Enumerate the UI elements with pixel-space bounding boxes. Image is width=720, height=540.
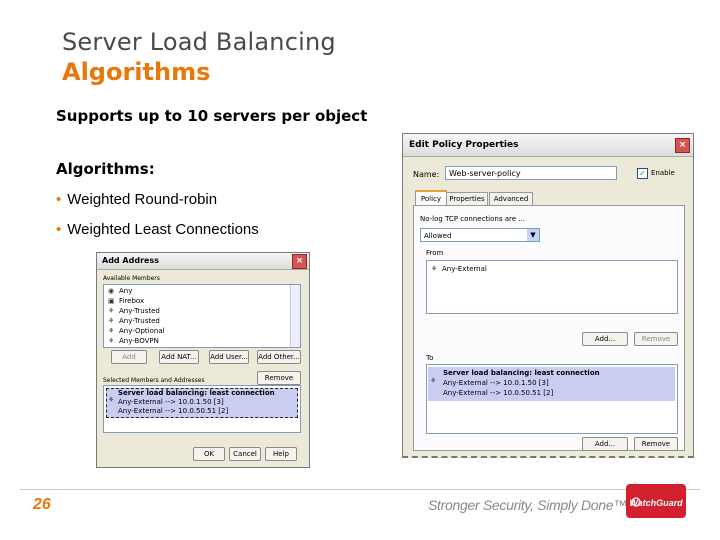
available-members-label: Available Members	[103, 275, 160, 282]
list-item[interactable]: ⚘ Any-Optional	[108, 327, 165, 335]
slide-title-line1: Server Load Balancing	[62, 28, 336, 56]
bullet-text: Weighted Round-robin	[67, 191, 218, 208]
add-button[interactable]: Add	[111, 350, 147, 364]
selected-members-list[interactable]: Server load balancing: least connection …	[103, 385, 301, 433]
users-icon: ⚘	[431, 265, 438, 273]
list-item[interactable]: Any-External --> 10.0.50.51 [2]	[443, 389, 553, 397]
users-icon: ⚘	[108, 337, 115, 345]
from-list[interactable]: ⚘ Any-External	[426, 260, 678, 314]
users-icon: ⚘	[108, 317, 115, 325]
from-label: From	[426, 249, 444, 257]
page-number: 26	[33, 496, 51, 513]
list-item[interactable]: ▣ Firebox	[108, 297, 144, 305]
cancel-button[interactable]: Cancel	[229, 447, 261, 461]
users-icon: ⚘	[108, 396, 115, 404]
list-item[interactable]: ⚘ Any-BOVPN	[108, 337, 159, 345]
name-label: Name:	[413, 170, 440, 179]
bullet-item: • Weighted Round-robin	[56, 191, 217, 208]
add-address-titlebar: Add Address ×	[97, 253, 309, 270]
users-icon: ⚘	[108, 327, 115, 335]
from-remove-button[interactable]: Remove	[634, 332, 678, 346]
users-icon: ⚘	[430, 377, 437, 385]
list-item[interactable]: ⚘ Any-Trusted	[108, 307, 160, 315]
tagline: Stronger Security, Simply Done™	[428, 497, 627, 513]
list-item[interactable]: Server load balancing: least connection	[118, 389, 275, 397]
list-item[interactable]: ⚘ Any-Trusted	[108, 317, 160, 325]
selected-members-label: Selected Members and Addresses	[103, 377, 205, 384]
edit-policy-title: Edit Policy Properties	[409, 140, 519, 150]
to-list[interactable]: ⚘ Server load balancing: least connectio…	[426, 364, 678, 434]
edit-policy-dialog: Edit Policy Properties × Name: Web-serve…	[402, 133, 694, 458]
add-nat-button[interactable]: Add NAT...	[159, 350, 199, 364]
edit-policy-titlebar: Edit Policy Properties ×	[403, 134, 693, 157]
list-item[interactable]: Any-External --> 10.0.1.50 [3]	[118, 398, 224, 406]
ok-button[interactable]: OK	[193, 447, 225, 461]
chevron-down-icon[interactable]: ▼	[527, 229, 539, 241]
watchguard-logo: WatchGuard	[622, 476, 690, 526]
from-add-button[interactable]: Add...	[582, 332, 628, 346]
bullet-text: Weighted Least Connections	[67, 221, 259, 238]
help-button[interactable]: Help	[265, 447, 297, 461]
algorithms-heading: Algorithms:	[56, 160, 155, 178]
list-item[interactable]: ◉ Any	[108, 287, 132, 295]
close-icon[interactable]: ×	[292, 254, 307, 269]
list-item[interactable]: Server load balancing: least connection	[443, 369, 600, 377]
add-address-title: Add Address	[102, 256, 159, 265]
bullet-icon: •	[56, 221, 62, 238]
add-other-button[interactable]: Add Other...	[257, 350, 301, 364]
connections-label: No-log TCP connections are ...	[420, 215, 525, 223]
add-user-button[interactable]: Add User...	[209, 350, 249, 364]
enable-checkbox[interactable]: ✓	[637, 168, 648, 179]
globe-icon: ◉	[108, 287, 115, 295]
users-icon: ⚘	[108, 307, 115, 315]
to-add-button[interactable]: Add...	[582, 437, 628, 451]
footer-divider	[20, 489, 700, 490]
list-item[interactable]: Any-External --> 10.0.50.51 [2]	[118, 407, 228, 415]
list-item[interactable]: ⚘ Any-External	[431, 265, 487, 273]
slide-title-line2: Algorithms	[62, 58, 211, 86]
policy-name-field[interactable]: Web-server-policy	[445, 166, 617, 180]
close-icon[interactable]: ×	[675, 138, 690, 153]
slide-subtitle: Supports up to 10 servers per object	[56, 107, 368, 125]
to-remove-button[interactable]: Remove	[634, 437, 678, 451]
remove-button[interactable]: Remove	[257, 371, 301, 385]
available-members-list[interactable]: ◉ Any ▣ Firebox ⚘ Any-Trusted ⚘ Any-Trusted …	[103, 284, 301, 348]
scrollbar[interactable]	[290, 285, 300, 347]
connections-select[interactable]: Allowed ▼	[420, 228, 540, 242]
bullet-icon: •	[56, 191, 62, 208]
enable-label: Enable	[651, 169, 675, 177]
to-label: To	[426, 354, 434, 362]
bullet-item: • Weighted Least Connections	[56, 221, 259, 238]
firebox-icon: ▣	[108, 297, 115, 305]
svg-text:WatchGuard: WatchGuard	[629, 498, 683, 508]
tab-panel: No-log TCP connections are ... Allowed ▼…	[413, 205, 685, 451]
list-item[interactable]: Any-External --> 10.0.1.50 [3]	[443, 379, 549, 387]
add-address-dialog: Add Address × Available Members ◉ Any ▣ Fi…	[96, 252, 310, 468]
